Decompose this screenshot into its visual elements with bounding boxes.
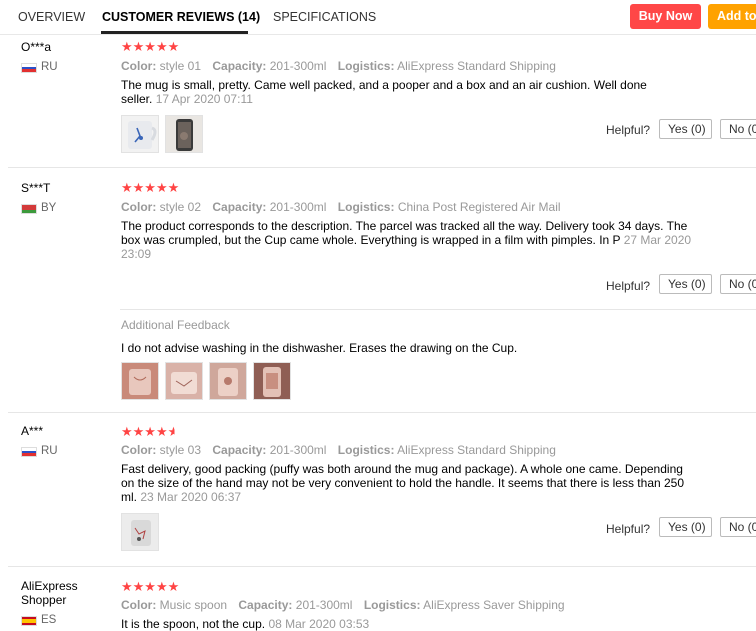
tab-specifications[interactable]: SPECIFICATIONS (273, 10, 376, 24)
reviewer-name: O***a (21, 40, 52, 54)
review-attributes: Color: Music spoon Capacity: 201-300ml L… (121, 598, 573, 612)
flag-ru-icon (21, 63, 37, 73)
buy-now-button[interactable]: Buy Now (630, 4, 701, 29)
tab-overview[interactable]: OVERVIEW (18, 10, 85, 24)
logistics-value: AliExpress Saver Shipping (423, 598, 565, 612)
capacity-label: Capacity: (212, 200, 267, 214)
active-tab-indicator (101, 31, 248, 34)
rating-stars: ★★★★★ (121, 424, 179, 440)
review-date: 17 Apr 2020 07:11 (155, 92, 253, 106)
reviewer-country: BY (41, 202, 57, 214)
color-value: style 03 (159, 443, 202, 457)
capacity-value: 201-300ml (269, 59, 327, 73)
capacity-value: 201-300ml (269, 443, 327, 457)
capacity-label: Capacity: (212, 443, 267, 457)
flag-es-icon (21, 616, 37, 626)
review-body: The product corresponds to the descripti… (121, 219, 688, 247)
reviewer-name: AliExpress Shopper (21, 579, 78, 607)
color-value: style 01 (159, 59, 202, 73)
reviewer-name: A*** (21, 424, 44, 438)
logistics-value: AliExpress Standard Shipping (397, 59, 556, 73)
review-text: Fast delivery, good packing (puffy was b… (121, 462, 696, 504)
color-label: Color: (121, 200, 157, 214)
logistics-label: Logistics: (363, 598, 421, 612)
helpful-label: Helpful? (606, 522, 651, 536)
color-value: style 02 (159, 200, 202, 214)
add-to-cart-button[interactable]: Add to (708, 4, 756, 29)
reviewer-country: ES (41, 614, 57, 626)
review-text: It is the spoon, not the cup. 08 Mar 202… (121, 617, 696, 631)
rating-stars: ★★★★★ (121, 579, 180, 594)
reviewer-country: RU (41, 61, 58, 73)
rating-stars-text: ★★★★★ (121, 424, 180, 439)
review-photo[interactable] (121, 362, 159, 400)
helpful-yes-button[interactable]: Yes (0) (659, 119, 712, 139)
review-photo[interactable] (165, 362, 203, 400)
additional-feedback-title: Additional Feedback (121, 318, 230, 332)
review-attributes: Color: style 02 Capacity: 201-300ml Logi… (121, 200, 569, 214)
tab-customer-reviews[interactable]: CUSTOMER REVIEWS (14) (102, 10, 260, 24)
review-photo[interactable] (209, 362, 247, 400)
product-tabs-bar: OVERVIEW CUSTOMER REVIEWS (14) SPECIFICA… (0, 0, 756, 35)
review-photo[interactable] (253, 362, 291, 400)
color-label: Color: (121, 598, 157, 612)
capacity-label: Capacity: (238, 598, 293, 612)
color-value: Music spoon (159, 598, 228, 612)
divider (8, 566, 756, 567)
rating-stars: ★★★★★ (121, 39, 180, 54)
review-date: 23 Mar 2020 06:37 (140, 490, 242, 504)
helpful-no-button[interactable]: No (0 (720, 274, 756, 294)
logistics-label: Logistics: (337, 200, 395, 214)
helpful-label: Helpful? (606, 279, 651, 293)
color-label: Color: (121, 59, 157, 73)
helpful-no-button[interactable]: No (0 (720, 119, 756, 139)
capacity-value: 201-300ml (295, 598, 353, 612)
helpful-no-button[interactable]: No (0 (720, 517, 756, 537)
helpful-yes-button[interactable]: Yes (0) (659, 517, 712, 537)
additional-feedback-text: I do not advise washing in the dishwashe… (121, 341, 518, 355)
review-date: 08 Mar 2020 03:53 (268, 617, 370, 631)
reviewer-name: S***T (21, 181, 51, 195)
review-text: The mug is small, pretty. Came well pack… (121, 78, 681, 106)
helpful-yes-button[interactable]: Yes (0) (659, 274, 712, 294)
review-photo[interactable] (165, 115, 203, 153)
logistics-value: China Post Registered Air Mail (397, 200, 561, 214)
rating-stars: ★★★★★ (121, 180, 180, 195)
capacity-value: 201-300ml (269, 200, 327, 214)
divider (8, 412, 756, 413)
review-photo[interactable] (121, 115, 159, 153)
color-label: Color: (121, 443, 157, 457)
review-attributes: Color: style 01 Capacity: 201-300ml Logi… (121, 59, 564, 73)
helpful-label: Helpful? (606, 123, 651, 137)
review-attributes: Color: style 03 Capacity: 201-300ml Logi… (121, 443, 564, 457)
divider (8, 167, 756, 168)
divider (120, 309, 756, 310)
logistics-value: AliExpress Standard Shipping (397, 443, 556, 457)
logistics-label: Logistics: (337, 59, 395, 73)
review-text: The product corresponds to the descripti… (121, 219, 696, 261)
review-body: It is the spoon, not the cup. (121, 617, 266, 631)
logistics-label: Logistics: (337, 443, 395, 457)
flag-ru-icon (21, 447, 37, 457)
flag-by-icon (21, 204, 37, 214)
capacity-label: Capacity: (212, 59, 267, 73)
review-photo[interactable] (121, 513, 159, 551)
reviewer-country: RU (41, 445, 58, 457)
